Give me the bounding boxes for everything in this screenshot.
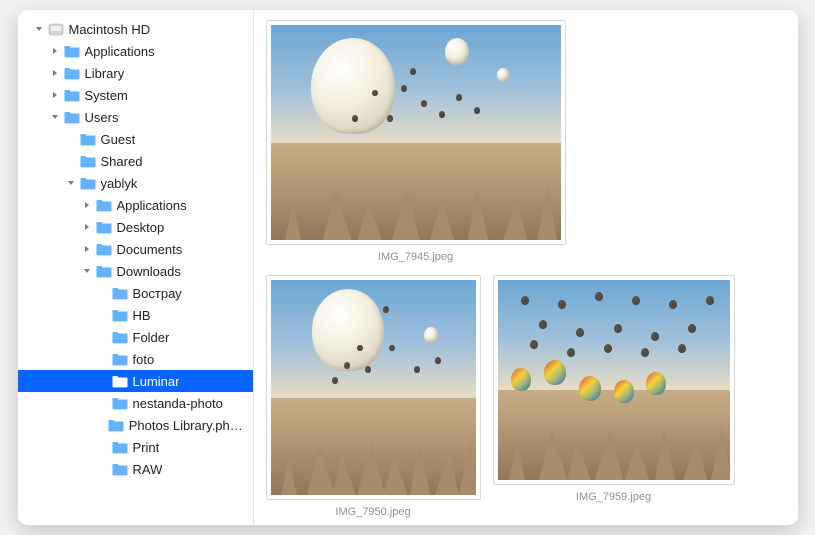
folder-icon [112,286,128,300]
folder-icon [112,374,128,388]
tree-label: RAW [133,462,163,477]
disclosure-right-icon[interactable] [48,66,62,80]
tree-label: yablyk [101,176,138,191]
tree-row-hb[interactable]: HB [18,304,253,326]
folder-icon [112,440,128,454]
disclosure-spacer [96,462,110,476]
tree-row-nestanda-photo[interactable]: nestanda-photo [18,392,253,414]
folder-icon [96,264,112,278]
disclosure-right-icon[interactable] [80,220,94,234]
tree-label: Downloads [117,264,181,279]
folder-icon [64,44,80,58]
folder-icon [80,154,96,168]
folder-icon [64,88,80,102]
tree-label: Macintosh HD [69,22,151,37]
disclosure-spacer [96,374,110,388]
folder-icon [112,352,128,366]
folder-icon [112,308,128,322]
thumbnail-filename: IMG_7945.jpeg [378,251,453,263]
folder-icon [96,242,112,256]
folder-icon [80,132,96,146]
tree-label: Folder [133,330,170,345]
folder-icon [64,110,80,124]
tree-row-print[interactable]: Print [18,436,253,458]
disclosure-spacer [96,286,110,300]
thumbnail-grid[interactable]: IMG_7945.jpegIMG_7950.jpegIMG_7959.jpegI… [254,10,798,525]
disclosure-spacer [96,396,110,410]
tree-row--[interactable]: Вострау [18,282,253,304]
disclosure-spacer [96,330,110,344]
folder-icon [96,198,112,212]
tree-row-luminar[interactable]: Luminar [18,370,253,392]
tree-label: Desktop [117,220,165,235]
thumbnail-item[interactable]: IMG_7950.jpeg [266,275,481,518]
disclosure-right-icon[interactable] [48,44,62,58]
finder-window: Macintosh HD Applications Library System Use… [18,10,798,525]
disclosure-spacer [96,440,110,454]
tree-row-users[interactable]: Users [18,106,253,128]
thumbnail-filename: IMG_7959.jpeg [576,491,651,503]
tree-row-raw[interactable]: RAW [18,458,253,480]
tree-label: Documents [117,242,183,257]
folder-icon [64,66,80,80]
tree-label: Guest [101,132,136,147]
disclosure-right-icon[interactable] [48,88,62,102]
folder-icon [96,220,112,234]
tree-row-applications[interactable]: Applications [18,194,253,216]
folder-icon [112,462,128,476]
disclosure-down-icon[interactable] [48,110,62,124]
sidebar-pane: Macintosh HD Applications Library System Use… [18,10,254,525]
tree-row-downloads[interactable]: Downloads [18,260,253,282]
tree-row-foto[interactable]: foto [18,348,253,370]
tree-label: Shared [101,154,143,169]
tree-row-yablyk[interactable]: yablyk [18,172,253,194]
folder-icon [112,330,128,344]
tree-label: Library [85,66,125,81]
folder-icon [112,396,128,410]
tree-label: Print [133,440,160,455]
disclosure-right-icon[interactable] [80,242,94,256]
disclosure-spacer [64,154,78,168]
tree-row-system[interactable]: System [18,84,253,106]
disclosure-spacer [96,418,106,432]
tree-row-macintosh-hd[interactable]: Macintosh HD [18,18,253,40]
tree-label: Photos Library.photoslibrary [129,418,247,433]
tree-row-shared[interactable]: Shared [18,150,253,172]
disclosure-down-icon[interactable] [64,176,78,190]
thumbnail-image [266,275,481,500]
disclosure-right-icon[interactable] [80,198,94,212]
tree-label: Applications [85,44,155,59]
disclosure-down-icon[interactable] [32,22,46,36]
thumbnail-filename: IMG_7950.jpeg [335,506,410,518]
thumbnail-item[interactable]: IMG_7945.jpeg [266,20,566,263]
folder-icon [80,176,96,190]
tree-row-applications[interactable]: Applications [18,40,253,62]
thumbnail-image [493,275,735,485]
folder-tree[interactable]: Macintosh HD Applications Library System Use… [18,10,253,525]
thumbnail-item[interactable]: IMG_7959.jpeg [493,275,735,518]
disclosure-spacer [96,308,110,322]
tree-label: Вострау [133,286,182,301]
disclosure-spacer [96,352,110,366]
disclosure-spacer [64,132,78,146]
tree-label: nestanda-photo [133,396,223,411]
disk-icon [48,22,64,36]
tree-row-desktop[interactable]: Desktop [18,216,253,238]
tree-label: System [85,88,128,103]
tree-row-folder[interactable]: Folder [18,326,253,348]
tree-label: Luminar [133,374,180,389]
disclosure-down-icon[interactable] [80,264,94,278]
thumbnail-image [266,20,566,245]
tree-row-documents[interactable]: Documents [18,238,253,260]
tree-label: HB [133,308,151,323]
tree-label: foto [133,352,155,367]
folder-icon [108,418,124,432]
tree-label: Users [85,110,119,125]
tree-row-library[interactable]: Library [18,62,253,84]
tree-row-guest[interactable]: Guest [18,128,253,150]
tree-row-photos-library-photoslibrary[interactable]: Photos Library.photoslibrary [18,414,253,436]
tree-label: Applications [117,198,187,213]
